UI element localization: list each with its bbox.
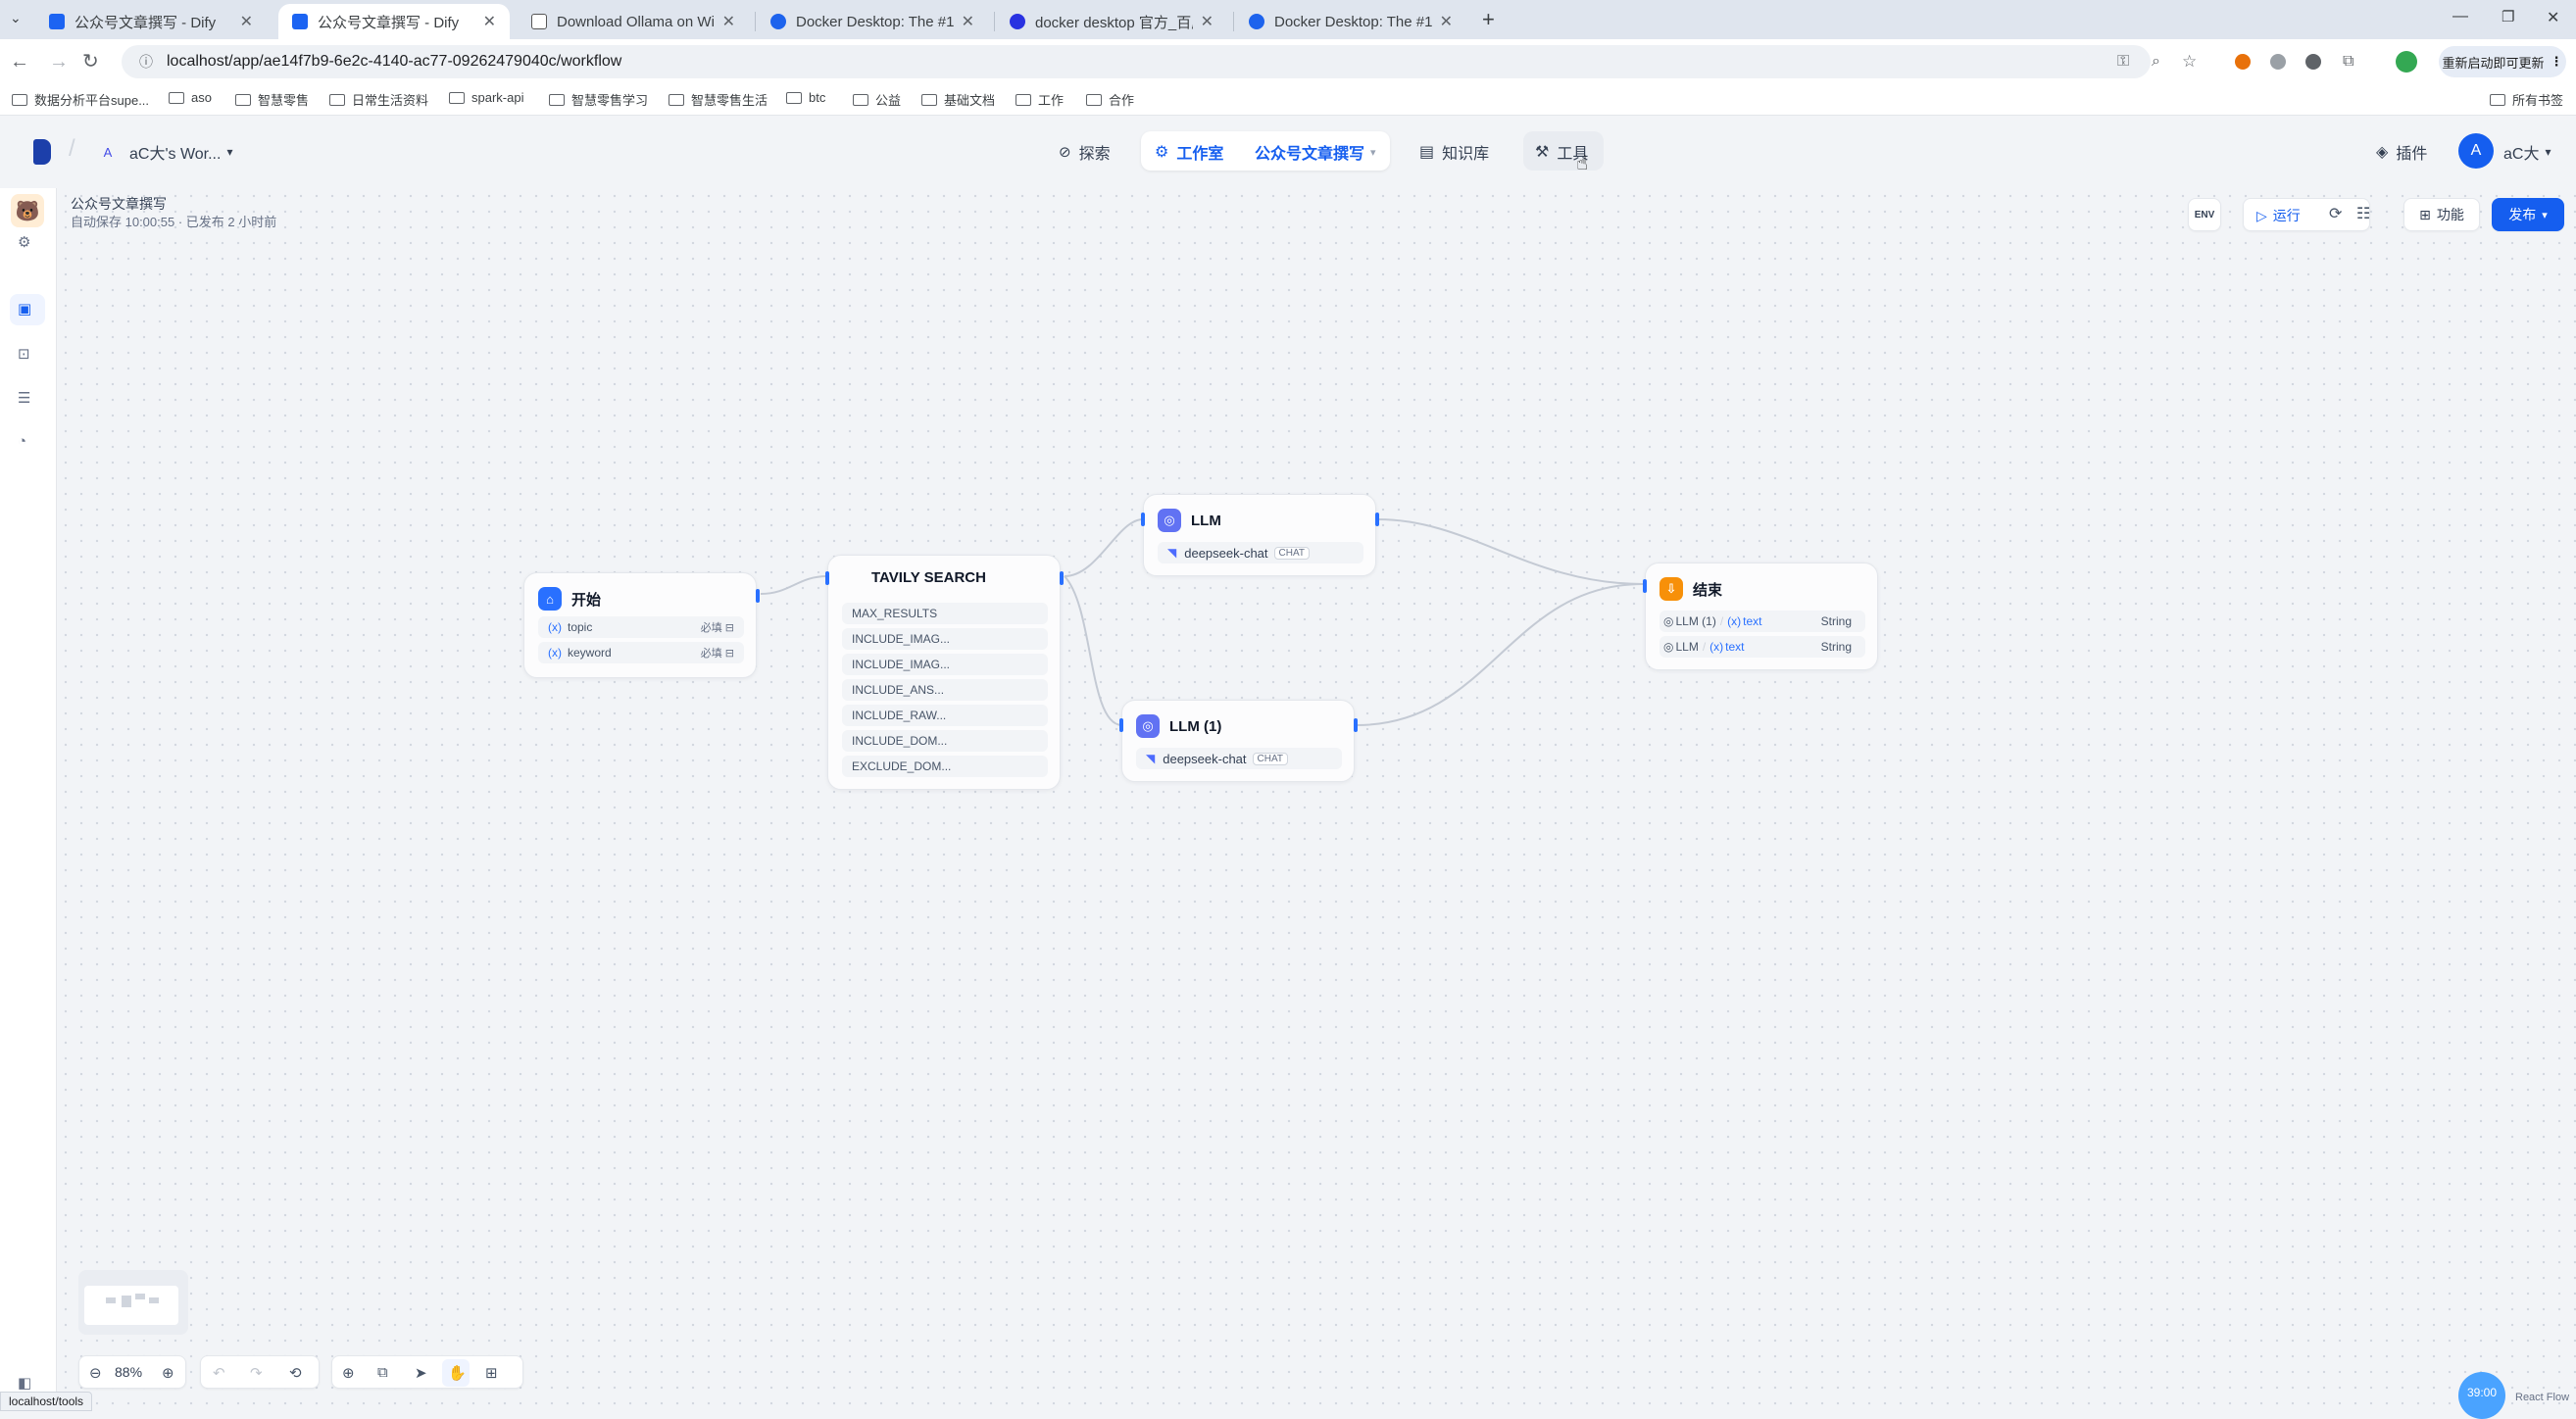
deepseek-icon: ◥ (1167, 546, 1177, 560)
var-name: keyword (568, 646, 612, 660)
model-mode-badge: CHAT (1252, 752, 1288, 765)
organize-blocks-icon[interactable]: ⊞ (485, 1364, 498, 1382)
zoom-in-icon[interactable]: ⊕ (162, 1364, 174, 1382)
model-name: deepseek-chat (1184, 545, 1268, 561)
var-name: topic (568, 620, 593, 634)
output-handle[interactable] (1060, 571, 1064, 585)
output-handle[interactable] (756, 589, 760, 603)
zoom-control: ⊖ 88% ⊕ (78, 1355, 186, 1389)
start-var-row: (x) keyword 必填 ⊟ (538, 642, 744, 663)
edge-tavily-llm1 (1064, 575, 1122, 726)
node-llm[interactable]: ◎ LLM ◥ deepseek-chat CHAT (1141, 494, 1379, 576)
tavily-param-row: INCLUDE_DOM... (842, 730, 1048, 752)
output-type: String (1820, 640, 1852, 654)
node-tavily-search[interactable]: TAVILY SEARCH MAX_RESULTS INCLUDE_IMAG..… (825, 555, 1064, 790)
minimap-viewport[interactable] (84, 1286, 178, 1325)
node-title: 结束 (1693, 581, 1723, 599)
node-title: LLM (1) (1169, 717, 1222, 735)
model-row: ◥ deepseek-chat CHAT (1136, 748, 1342, 769)
edge-llm1-end (1356, 583, 1644, 726)
add-node-icon[interactable]: ⊕ (342, 1364, 355, 1382)
output-source: LLM (1) (1675, 614, 1716, 628)
history-controls: ↶ ↷ ⟲ (200, 1355, 320, 1389)
undo-icon[interactable]: ↶ (213, 1364, 225, 1382)
edge-start-tavily (760, 575, 828, 595)
tavily-param-row: INCLUDE_IMAG... (842, 654, 1048, 675)
add-note-icon[interactable]: ⧉ (377, 1364, 388, 1381)
brain-icon: ◎ (1663, 640, 1674, 654)
model-name: deepseek-chat (1163, 751, 1247, 766)
minimap-node (135, 1294, 145, 1299)
minimap[interactable] (78, 1270, 188, 1335)
react-flow-attribution[interactable]: React Flow (2515, 1392, 2569, 1403)
home-icon: ⌂ (538, 587, 562, 611)
model-mode-badge: CHAT (1273, 546, 1310, 560)
required-badge: 必填 ⊟ (700, 622, 734, 634)
tavily-param-row: MAX_RESULTS (842, 603, 1048, 624)
tavily-param-row: INCLUDE_RAW... (842, 705, 1048, 726)
input-handle[interactable] (825, 571, 829, 585)
redo-icon[interactable]: ↷ (250, 1364, 263, 1382)
end-output-row: ◎ LLM / (x) text String (1660, 636, 1865, 658)
pointer-icon[interactable]: ➤ (415, 1364, 427, 1382)
input-handle[interactable] (1643, 579, 1647, 593)
node-llm-1[interactable]: ◎ LLM (1) ◥ deepseek-chat CHAT (1119, 700, 1358, 782)
input-handle[interactable] (1141, 513, 1145, 526)
input-handle[interactable] (1119, 718, 1123, 732)
tavily-param-row: INCLUDE_ANS... (842, 679, 1048, 701)
output-var: text (1743, 614, 1762, 628)
timer-widget[interactable]: 39:00 (2458, 1372, 2505, 1419)
node-header: ◎ LLM (1) (1136, 714, 1221, 738)
deepseek-icon: ◥ (1146, 752, 1156, 765)
minimap-node (149, 1297, 159, 1303)
zoom-level[interactable]: 88% (115, 1364, 142, 1380)
output-type: String (1820, 614, 1852, 628)
model-row: ◥ deepseek-chat CHAT (1158, 542, 1363, 563)
variable-icon: (x) (548, 620, 562, 634)
end-output-row: ◎ LLM (1) / (x) text String (1660, 611, 1865, 632)
tavily-param-row: EXCLUDE_DOM... (842, 756, 1048, 777)
output-handle[interactable] (1354, 718, 1358, 732)
output-source: LLM (1675, 640, 1699, 654)
node-header: TAVILY SEARCH (871, 569, 986, 586)
node-start[interactable]: ⌂ 开始 (x) topic 必填 ⊟ (x) keyword 必填 ⊟ (523, 572, 760, 678)
brain-icon: ◎ (1136, 714, 1160, 738)
minimap-node (122, 1296, 131, 1307)
node-title: LLM (1191, 512, 1221, 529)
output-var: text (1725, 640, 1745, 654)
start-var-row: (x) topic 必填 ⊟ (538, 616, 744, 638)
minimap-node (106, 1297, 116, 1303)
stop-icon: ⇩ (1660, 577, 1683, 601)
required-badge: 必填 ⊟ (700, 648, 734, 660)
node-header: ◎ LLM (1158, 509, 1221, 532)
variable-icon: (x) (548, 646, 562, 660)
output-handle[interactable] (1375, 513, 1379, 526)
node-title: 开始 (571, 591, 602, 609)
status-url-tooltip: localhost/tools (0, 1392, 93, 1411)
node-title: TAVILY SEARCH (871, 569, 986, 586)
edge-tavily-llm (1064, 518, 1144, 577)
node-header: ⌂ 开始 (538, 587, 601, 611)
edge-llm-end (1377, 518, 1644, 585)
variable-icon: (x) (1709, 640, 1724, 654)
variable-icon: (x) (1727, 614, 1742, 628)
canvas-tools: ⊕ ⧉ ➤ ✋ ⊞ (331, 1355, 523, 1389)
brain-icon: ◎ (1663, 614, 1674, 628)
node-header: ⇩ 结束 (1660, 577, 1722, 601)
zoom-out-icon[interactable]: ⊖ (89, 1364, 102, 1382)
version-history-icon[interactable]: ⟲ (289, 1364, 302, 1382)
tavily-param-row: INCLUDE_IMAG... (842, 628, 1048, 650)
hand-icon[interactable]: ✋ (448, 1364, 467, 1382)
brain-icon: ◎ (1158, 509, 1181, 532)
node-end[interactable]: ⇩ 结束 ◎ LLM (1) / (x) text String ◎ LLM /… (1643, 563, 1878, 670)
